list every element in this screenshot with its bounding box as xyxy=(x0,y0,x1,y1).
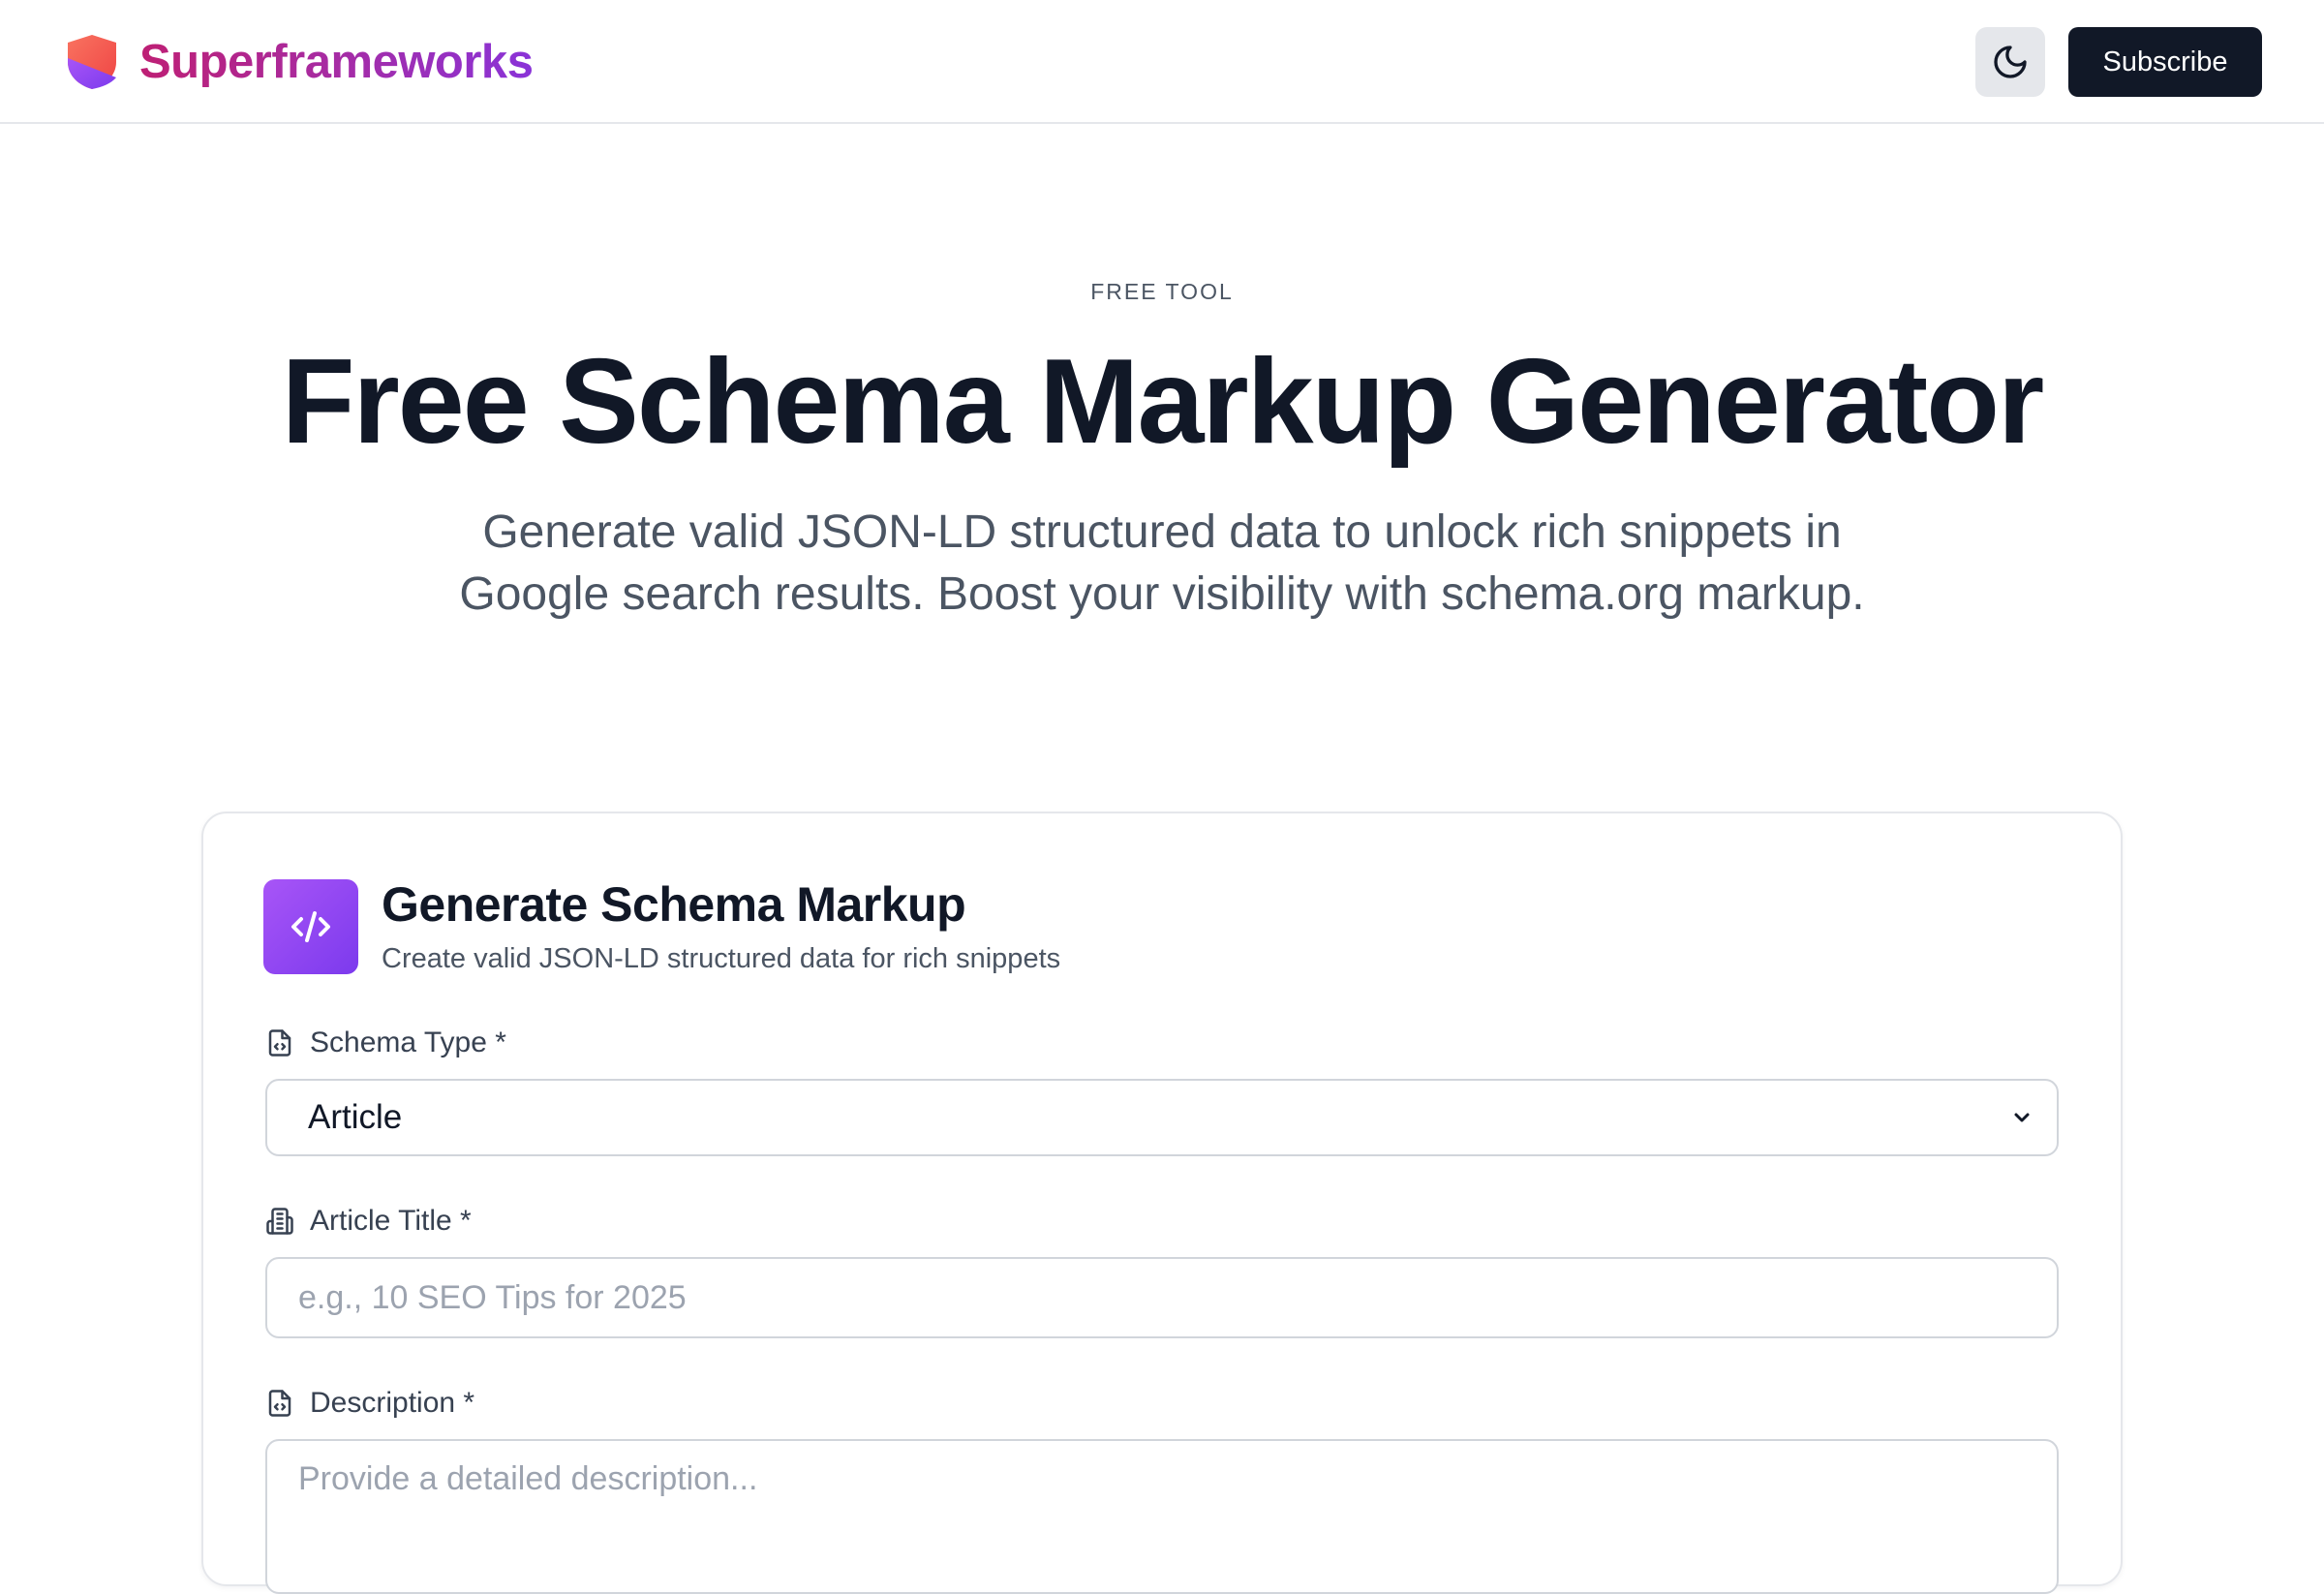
description-textarea[interactable] xyxy=(265,1439,2059,1594)
page-title: Free Schema Markup Generator xyxy=(281,335,2044,469)
description-label-text: Description * xyxy=(310,1387,475,1419)
building-icon xyxy=(266,1208,293,1235)
schema-type-value: Article xyxy=(308,1098,403,1136)
card-subtitle: Create valid JSON-LD structured data for… xyxy=(382,943,1061,974)
card-title: Generate Schema Markup xyxy=(382,877,966,932)
brand-link[interactable]: Superframeworks xyxy=(64,33,534,91)
article-title-label-text: Article Title * xyxy=(310,1205,472,1237)
article-title-label: Article Title * xyxy=(265,1202,472,1241)
site-header: Superframeworks Subscribe xyxy=(0,0,2324,124)
hero-eyebrow: FREE TOOL xyxy=(1090,279,1234,304)
schema-type-label: Schema Type * xyxy=(265,1024,506,1062)
file-code-icon xyxy=(268,1029,291,1057)
brand-name: Superframeworks xyxy=(139,33,534,91)
code-icon xyxy=(263,879,358,974)
hero-subtitle: Generate valid JSON-LD structured data t… xyxy=(459,506,1865,620)
shield-icon xyxy=(68,35,116,89)
schema-type-select[interactable]: Article xyxy=(265,1079,2059,1156)
theme-toggle-button[interactable] xyxy=(1975,27,2045,97)
chevron-down-icon xyxy=(2014,1113,2030,1122)
article-title-input[interactable] xyxy=(265,1257,2059,1338)
description-label: Description * xyxy=(265,1384,474,1423)
moon-icon xyxy=(1994,46,2027,78)
file-code-icon xyxy=(268,1390,291,1417)
subscribe-button[interactable]: Subscribe xyxy=(2068,27,2262,97)
schema-type-label-text: Schema Type * xyxy=(310,1027,506,1058)
